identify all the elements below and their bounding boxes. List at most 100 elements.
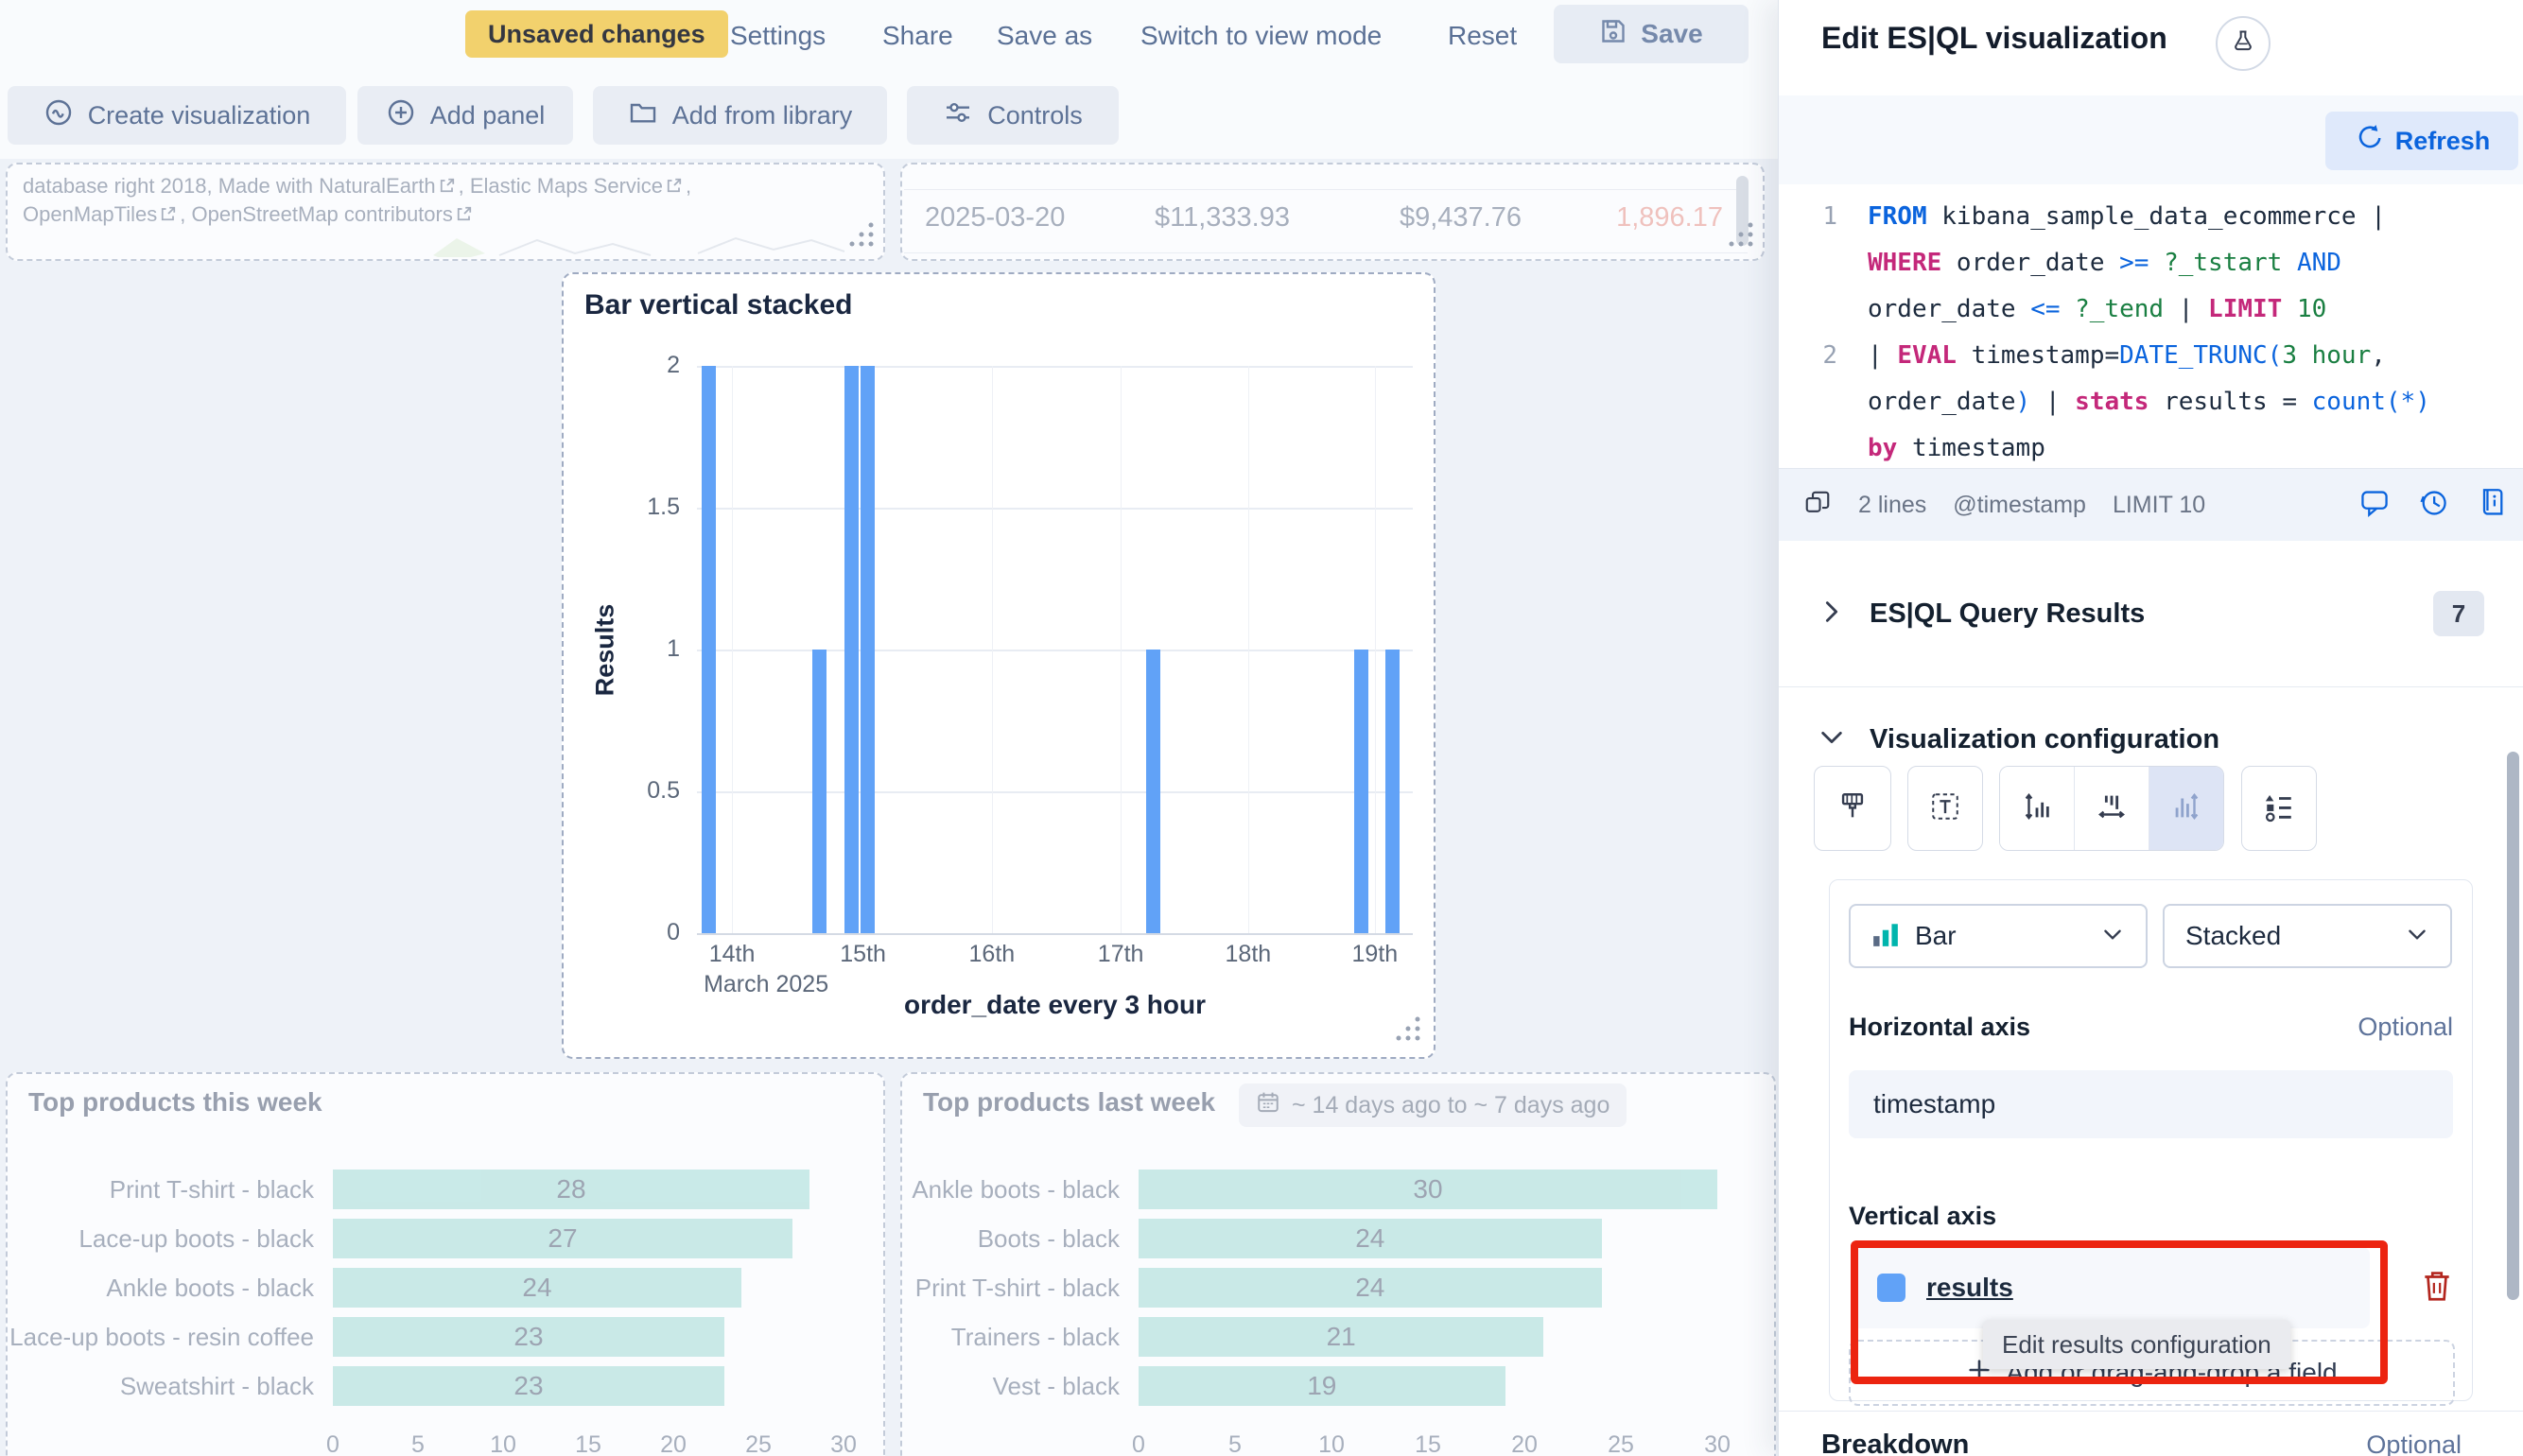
time-range-badge[interactable]: ~ 14 days ago to ~ 7 days ago: [1239, 1083, 1627, 1127]
bar: [1385, 650, 1400, 933]
bar: 28: [333, 1170, 809, 1209]
bar: 30: [1139, 1170, 1717, 1209]
table-cell-margin: 1,896.17: [1553, 202, 1723, 234]
table-cell-cost: $9,437.76: [1351, 202, 1522, 234]
openmaptiles-link[interactable]: OpenMapTiles: [23, 202, 157, 226]
text-box-icon: [1929, 790, 1961, 827]
calendar-icon: [1256, 1090, 1280, 1121]
openstreetmap-link[interactable]: OpenStreetMap contributors: [191, 202, 452, 226]
bar-row: Sweatshirt - black23: [8, 1361, 859, 1411]
reset-menu-item[interactable]: Reset: [1448, 0, 1517, 72]
lens-icon: [44, 97, 74, 134]
table-cell-date: 2025-03-20: [925, 202, 1105, 234]
esql-code[interactable]: 1FROM kibana_sample_data_ecommerce |WHER…: [1779, 184, 2523, 468]
switch-view-mode-menu-item[interactable]: Switch to view mode: [1140, 0, 1382, 72]
remove-field-button[interactable]: [2415, 1263, 2459, 1312]
panel-map: database right 2018, Made with NaturalEa…: [6, 163, 885, 261]
bar-row: Lace-up boots - resin coffee23: [8, 1312, 859, 1361]
app-window: Unsaved changes Settings Share Save as S…: [0, 0, 2523, 1456]
x-tick: 10: [1308, 1431, 1355, 1456]
external-link-icon: [663, 174, 686, 198]
comment-icon[interactable]: [2359, 488, 2390, 523]
chevron-down-icon: [2100, 922, 2125, 951]
tech-preview-badge[interactable]: [2216, 16, 2271, 71]
x-tick: 30: [820, 1431, 867, 1456]
dashboard-topbar: Unsaved changes Settings Share Save as S…: [0, 0, 1778, 72]
x-tick: 15: [565, 1431, 612, 1456]
esql-results-section-header[interactable]: ES|QL Query Results 7: [1779, 541, 2523, 686]
x-tick: 16th: [935, 941, 1049, 968]
vertical-axis-label-row: Vertical axis: [1849, 1202, 2453, 1231]
bar: 21: [1139, 1317, 1543, 1357]
add-panel-button[interactable]: Add panel: [357, 86, 573, 145]
edit-results-tooltip: Edit results configuration: [1983, 1320, 2290, 1369]
elastic-maps-link[interactable]: Elastic Maps Service: [470, 174, 663, 198]
flyout-scrollbar[interactable]: [2507, 752, 2519, 1300]
code-row: 2| EVAL timestamp=DATE_TRUNC(3 hour,: [1779, 333, 2523, 379]
x-tick: 17th: [1064, 941, 1177, 968]
horizontal-axis-field[interactable]: timestamp: [1849, 1070, 2453, 1138]
chevron-down-icon: [1818, 724, 1845, 755]
book-icon[interactable]: [2477, 488, 2507, 523]
panel-table: 2025-03-20 $11,333.93 $9,437.76 1,896.17: [900, 163, 1765, 261]
x-tick: 25: [1597, 1431, 1644, 1456]
main-plot: 00.511.5214thMarch 202515th16th17th18th1…: [697, 366, 1413, 935]
horizontal-axis-button[interactable]: [2074, 767, 2149, 850]
bar-row: Lace-up boots - black27: [8, 1214, 859, 1263]
save-button[interactable]: Save: [1554, 5, 1749, 63]
dashboard-canvas: database right 2018, Made with NaturalEa…: [0, 159, 1778, 1456]
labels-button[interactable]: [1907, 766, 1983, 851]
map-preview: [414, 234, 859, 257]
refresh-button[interactable]: Refresh: [2325, 112, 2518, 170]
x-tick: 30: [1694, 1431, 1741, 1456]
bar-row: Boots - black24: [902, 1214, 1749, 1263]
x-tick: 25: [735, 1431, 782, 1456]
bar-row: Print T-shirt - black28: [8, 1165, 859, 1214]
resize-dots-icon[interactable]: [1727, 220, 1755, 253]
chevron-right-icon: [1818, 598, 1845, 630]
bar-chart-icon: [1871, 920, 1900, 953]
bar: [861, 366, 875, 933]
breakdown-label-row: Breakdown Optional: [1821, 1430, 2462, 1456]
code-row: order_date <= ?_tend | LIMIT 10: [1779, 286, 2523, 333]
legend-button[interactable]: [2241, 766, 2317, 851]
create-visualization-button[interactable]: Create visualization: [8, 86, 346, 145]
style-button[interactable]: [1814, 766, 1891, 851]
y-tick: 1: [614, 635, 680, 663]
refresh-icon: [2354, 124, 2382, 159]
x-tick: 0: [1115, 1431, 1162, 1456]
edit-toolbar: Create visualization Add panel Add from …: [0, 72, 1778, 159]
resize-dots-icon[interactable]: [847, 220, 876, 253]
bar-row: Print T-shirt - black24: [902, 1263, 1749, 1312]
y-tick: 0: [614, 919, 680, 946]
naturalearth-link[interactable]: NaturalEarth: [319, 174, 436, 198]
vertical-axis-button[interactable]: [2000, 767, 2074, 850]
bar: 23: [333, 1366, 724, 1406]
chart-title: Top products this week: [28, 1087, 322, 1118]
bar: [702, 366, 716, 933]
bar-row: Ankle boots - black24: [8, 1263, 859, 1312]
save-as-menu-item[interactable]: Save as: [997, 0, 1092, 72]
table-cell-revenue: $11,333.93: [1120, 202, 1290, 234]
external-link-icon: [157, 202, 180, 226]
stack-mode-dropdown[interactable]: Stacked: [2163, 904, 2452, 968]
bar: 19: [1139, 1366, 1505, 1406]
viz-section-title: Visualization configuration: [1870, 724, 2219, 755]
add-from-library-button[interactable]: Add from library: [593, 86, 887, 145]
bar-row: Vest - black19: [902, 1361, 1749, 1411]
share-menu-item[interactable]: Share: [882, 0, 953, 72]
controls-button[interactable]: Controls: [907, 86, 1119, 145]
vertical-axis-alt-button[interactable]: [2149, 767, 2223, 850]
code-row: order_date) | stats results = count(*): [1779, 379, 2523, 425]
unsaved-changes-badge: Unsaved changes: [465, 10, 728, 58]
chart-type-dropdown[interactable]: Bar: [1849, 904, 2148, 968]
x-tick: 19th: [1318, 941, 1432, 968]
bar-row: Trainers - black21: [902, 1312, 1749, 1361]
settings-menu-item[interactable]: Settings: [730, 0, 826, 72]
x-tick: 15th: [807, 941, 920, 968]
x-tick: 5: [1211, 1431, 1259, 1456]
plus-circle-icon: [386, 97, 416, 134]
history-icon[interactable]: [2418, 488, 2448, 523]
resize-dots-icon[interactable]: [1394, 1014, 1422, 1048]
results-count-badge: 7: [2433, 591, 2484, 636]
